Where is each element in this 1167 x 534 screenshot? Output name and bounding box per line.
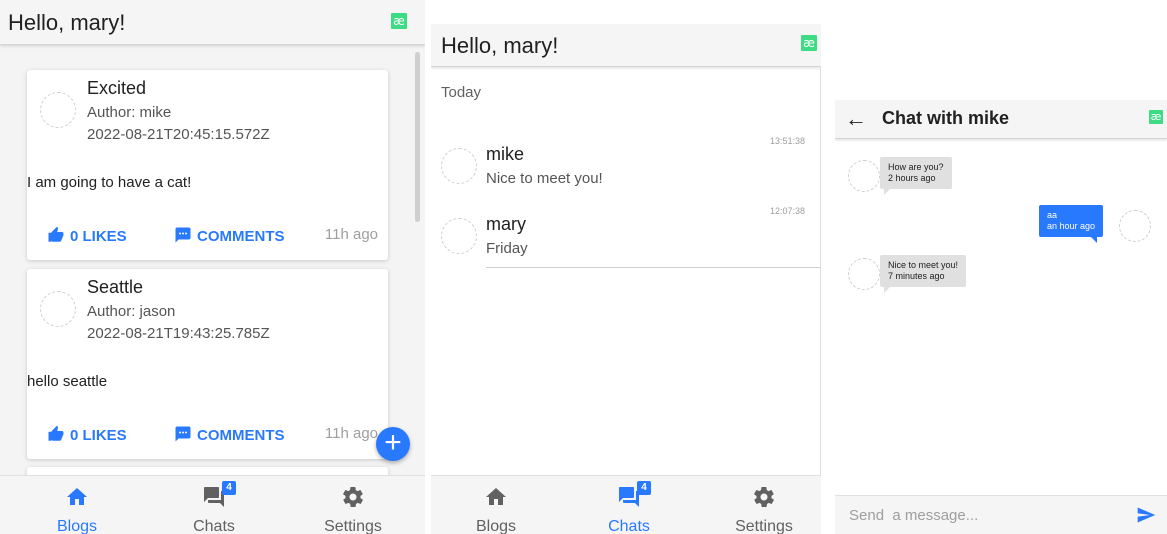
likes-label: 0 LIKES <box>70 228 127 245</box>
comments-label: COMMENTS <box>197 427 285 444</box>
message-time: 13:51:38 <box>769 136 805 146</box>
bubble-tail <box>1091 237 1098 243</box>
home-icon <box>486 488 506 505</box>
post-author: Author: jason <box>87 303 176 320</box>
message-text: Nice to meet you! <box>888 260 959 270</box>
comments-label: COMMENTS <box>197 228 285 245</box>
post-date: 2022-08-21T20:45:15.572Z <box>87 126 270 143</box>
tab-blogs[interactable]: Blogs <box>12 476 142 534</box>
greeting-title: Hello, mary! <box>8 10 126 35</box>
plus-icon: + <box>384 426 402 459</box>
tab-label: Blogs <box>475 518 517 534</box>
blog-post-card[interactable]: Seattle Author: jason 2022-08-21T19:43:2… <box>27 269 388 459</box>
chat-list-item[interactable]: mike Nice to meet you! 13:51:38 <box>431 136 813 206</box>
message-time: an hour ago <box>1047 221 1096 231</box>
bottom-tab-bar: Blogs 4 Chats Settings <box>0 475 425 534</box>
app-logo-icon: æ <box>801 35 817 51</box>
likes-label: 0 LIKES <box>70 427 127 444</box>
post-title: Seattle <box>87 277 144 297</box>
comments-button[interactable]: COMMENTS <box>174 226 285 245</box>
message-time: 12:07:38 <box>769 206 805 216</box>
likes-button[interactable]: 0 LIKES <box>47 226 127 245</box>
likes-button[interactable]: 0 LIKES <box>47 425 127 444</box>
tab-chats[interactable]: 4 Chats <box>149 476 279 534</box>
message-bubble-incoming: Nice to meet you! 7 minutes ago <box>880 255 967 293</box>
gear-icon <box>754 487 774 507</box>
message-text: How are you? <box>888 162 944 172</box>
chat-detail-screen: ← Chat with mike æ How are you? 2 hours … <box>835 100 1167 534</box>
tab-label: Chats <box>608 518 650 534</box>
comments-button[interactable]: COMMENTS <box>174 425 285 444</box>
unread-badge: 4 <box>222 481 236 495</box>
post-time-ago: 11h ago <box>324 226 378 243</box>
app-logo-icon: æ <box>1149 110 1163 124</box>
user-avatar <box>1119 210 1151 242</box>
tab-label: Settings <box>324 518 382 534</box>
post-body: I am going to have a cat! <box>27 174 192 191</box>
bubble-tail <box>884 287 890 293</box>
gear-icon <box>343 487 363 507</box>
author-avatar <box>40 92 76 128</box>
date-section-header: Today <box>441 84 482 101</box>
last-message: Friday <box>486 240 528 257</box>
scrollbar[interactable] <box>415 52 420 222</box>
post-author: Author: mike <box>87 104 172 121</box>
back-arrow-icon[interactable]: ← <box>845 106 867 132</box>
tab-chats[interactable]: 4 Chats <box>564 476 694 534</box>
contact-name: mary <box>486 214 526 234</box>
message-time: 2 hours ago <box>888 173 936 183</box>
bubble-tail <box>884 189 890 195</box>
greeting-title: Hello, mary! <box>441 33 559 58</box>
author-avatar <box>40 291 76 327</box>
tab-label: Settings <box>735 518 793 534</box>
last-message: Nice to meet you! <box>486 170 603 187</box>
blogs-screen: Hello, mary! æ Excited Author: mike 2022… <box>0 0 425 534</box>
blog-post-card[interactable]: Excited Author: mike 2022-08-21T20:45:15… <box>27 70 388 260</box>
app-logo-icon: æ <box>391 13 407 29</box>
message-bubble-outgoing: aa an hour ago <box>1039 205 1104 243</box>
home-icon <box>67 488 87 505</box>
contact-avatar <box>441 218 477 254</box>
comment-icon <box>175 227 191 243</box>
chat-header: ← Chat with mike æ <box>835 100 1167 139</box>
tab-settings[interactable]: Settings <box>699 476 821 534</box>
message-input[interactable] <box>847 502 1111 528</box>
add-post-button[interactable]: + <box>376 427 410 461</box>
contact-name: mike <box>486 144 525 164</box>
contact-avatar <box>848 258 880 290</box>
post-actions: 0 LIKES COMMENTS 11h ago <box>47 423 378 447</box>
message-bubble-incoming: How are you? 2 hours ago <box>880 157 952 195</box>
post-title: Excited <box>87 78 147 98</box>
bottom-tab-bar: Blogs 4 Chats Settings <box>431 475 821 534</box>
tab-label: Blogs <box>56 518 98 534</box>
unread-badge: 4 <box>637 481 651 495</box>
message-composer <box>835 495 1167 534</box>
post-time-ago: 11h ago <box>324 425 378 442</box>
post-body: hello seattle <box>27 373 108 390</box>
thumb-up-icon <box>48 425 64 441</box>
divider <box>820 66 821 476</box>
tab-settings[interactable]: Settings <box>288 476 418 534</box>
contact-avatar <box>848 160 880 192</box>
message-time: 7 minutes ago <box>888 271 945 281</box>
app-header: Hello, mary! æ <box>431 24 821 67</box>
post-actions: 0 LIKES COMMENTS 11h ago <box>47 224 378 248</box>
app-header: Hello, mary! æ <box>0 0 425 45</box>
list-divider <box>486 267 821 268</box>
comment-icon <box>175 426 191 442</box>
send-icon[interactable] <box>1135 505 1157 525</box>
chats-screen: Hello, mary! æ Today mike Nice to meet y… <box>431 24 821 534</box>
tab-label: Chats <box>193 518 235 534</box>
chat-list-item[interactable]: mary Friday 12:07:38 <box>431 206 813 276</box>
chat-title: Chat with mike <box>882 108 1010 128</box>
tab-blogs[interactable]: Blogs <box>431 476 561 534</box>
thumb-up-icon <box>48 226 64 242</box>
post-date: 2022-08-21T19:43:25.785Z <box>87 325 270 342</box>
message-text: aa <box>1047 210 1058 220</box>
contact-avatar <box>441 148 477 184</box>
